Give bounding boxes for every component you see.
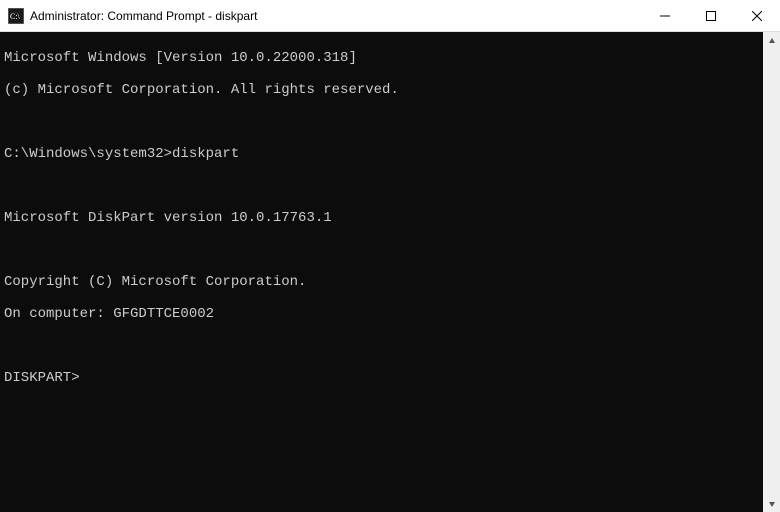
cmd-icon: C:\ (8, 8, 24, 24)
terminal-blank (4, 178, 759, 194)
close-button[interactable] (734, 0, 780, 31)
minimize-button[interactable] (642, 0, 688, 31)
terminal-line: C:\Windows\system32>diskpart (4, 146, 759, 162)
terminal-prompt: DISKPART> (4, 370, 759, 386)
vertical-scrollbar[interactable] (763, 32, 780, 512)
svg-text:C:\: C:\ (10, 12, 21, 21)
window-controls (642, 0, 780, 31)
scroll-up-button[interactable] (763, 32, 780, 49)
terminal-line: (c) Microsoft Corporation. All rights re… (4, 82, 759, 98)
terminal-blank (4, 338, 759, 354)
terminal-blank (4, 114, 759, 130)
maximize-button[interactable] (688, 0, 734, 31)
terminal-area: Microsoft Windows [Version 10.0.22000.31… (0, 32, 780, 512)
terminal-line: Microsoft DiskPart version 10.0.17763.1 (4, 210, 759, 226)
terminal-line: Microsoft Windows [Version 10.0.22000.31… (4, 50, 759, 66)
scroll-down-button[interactable] (763, 495, 780, 512)
terminal-line: On computer: GFGDTTCE0002 (4, 306, 759, 322)
terminal-output[interactable]: Microsoft Windows [Version 10.0.22000.31… (0, 32, 763, 512)
terminal-line: Copyright (C) Microsoft Corporation. (4, 274, 759, 290)
terminal-blank (4, 242, 759, 258)
window-title: Administrator: Command Prompt - diskpart (30, 9, 257, 23)
titlebar: C:\ Administrator: Command Prompt - disk… (0, 0, 780, 32)
scroll-track[interactable] (763, 49, 780, 495)
